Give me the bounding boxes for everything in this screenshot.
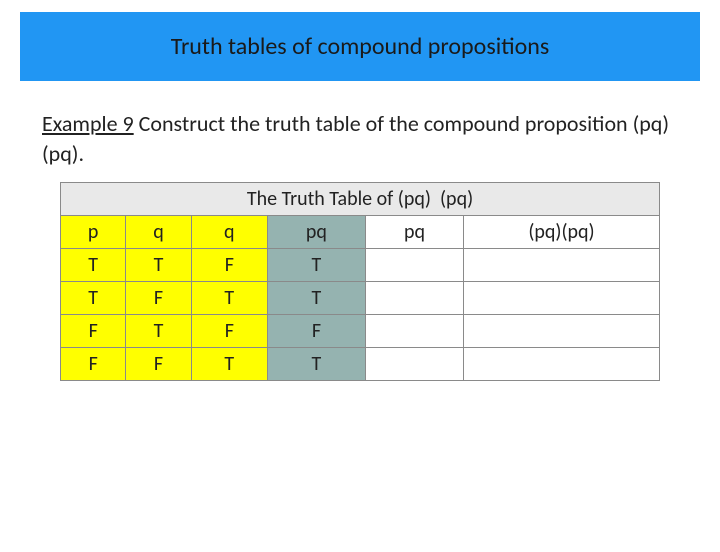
table-header-row: p q ⁡q p⁡⁡q p⁡q (p⁡⁡q)⁡(p⁡q) — [61, 216, 660, 249]
table-row: F F T T — [61, 348, 660, 381]
example-body-before: Construct the truth table of the compoun… — [134, 110, 633, 137]
truth-table-wrap: The Truth Table of (p⁡⁡q) ⁡ (p⁡q) p q ⁡q… — [42, 182, 678, 381]
slide-title: Truth tables of compound propositions — [20, 12, 700, 81]
slide-content: Example 9 Construct the truth table of t… — [0, 81, 720, 381]
table-row: T F T T — [61, 282, 660, 315]
cell-not-q: F — [191, 315, 267, 348]
col-header-p-or-not-q: p⁡⁡q — [267, 216, 365, 249]
cell-p: T — [61, 249, 126, 282]
cell-p-or-not-q: T — [267, 249, 365, 282]
table-row: T T F T — [61, 249, 660, 282]
cell-p-and-q — [365, 282, 463, 315]
cell-not-q: F — [191, 249, 267, 282]
example-text: Example 9 Construct the truth table of t… — [42, 109, 678, 168]
col-header-not-q: ⁡q — [191, 216, 267, 249]
cell-p-and-q — [365, 249, 463, 282]
cell-p-or-not-q: T — [267, 282, 365, 315]
cell-p: F — [61, 348, 126, 381]
cell-q: F — [126, 348, 191, 381]
cell-p-or-not-q: F — [267, 315, 365, 348]
col-header-p: p — [61, 216, 126, 249]
cell-not-q: T — [191, 282, 267, 315]
cell-p-and-q — [365, 315, 463, 348]
cell-p: T — [61, 282, 126, 315]
example-label: Example 9 — [42, 110, 134, 137]
truth-table: The Truth Table of (p⁡⁡q) ⁡ (p⁡q) p q ⁡q… — [60, 182, 660, 381]
cell-result — [463, 282, 659, 315]
cell-p-and-q — [365, 348, 463, 381]
table-caption-row: The Truth Table of (p⁡⁡q) ⁡ (p⁡q) — [61, 183, 660, 216]
cell-not-q: T — [191, 348, 267, 381]
cell-p-or-not-q: T — [267, 348, 365, 381]
cell-result — [463, 348, 659, 381]
cell-q: T — [126, 315, 191, 348]
col-header-p-and-q: p⁡q — [365, 216, 463, 249]
table-caption: The Truth Table of (p⁡⁡q) ⁡ (p⁡q) — [61, 183, 660, 216]
cell-q: T — [126, 249, 191, 282]
cell-result — [463, 249, 659, 282]
col-header-q: q — [126, 216, 191, 249]
cell-result — [463, 315, 659, 348]
table-row: F T F F — [61, 315, 660, 348]
cell-q: F — [126, 282, 191, 315]
col-header-result: (p⁡⁡q)⁡(p⁡q) — [463, 216, 659, 249]
cell-p: F — [61, 315, 126, 348]
